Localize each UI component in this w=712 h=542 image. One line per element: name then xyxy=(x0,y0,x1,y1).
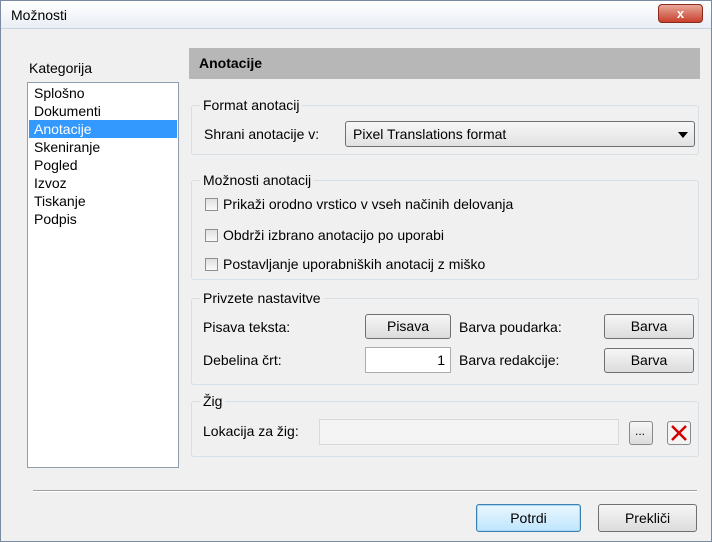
category-item-view[interactable]: Pogled xyxy=(29,156,177,174)
options-dialog: Možnosti x Kategorija Splošno Dokumenti … xyxy=(0,0,712,542)
annotation-format-select[interactable]: Pixel Translations format xyxy=(345,121,695,147)
line-width-input[interactable]: 1 xyxy=(365,347,451,373)
category-item-printing[interactable]: Tiskanje xyxy=(29,192,177,210)
annotation-format-value: Pixel Translations format xyxy=(353,126,507,142)
dropdown-arrow-icon xyxy=(678,132,688,138)
keep-selected-label: Obdrži izbrano anotacijo po uporabi xyxy=(223,227,445,243)
panel-title: Anotacije xyxy=(189,48,700,79)
mouse-placement-checkbox[interactable] xyxy=(205,258,218,271)
mouse-placement-label: Postavljanje uporabniških anotacij z miš… xyxy=(223,256,486,272)
window-title: Možnosti xyxy=(11,7,68,23)
ok-button[interactable]: Potrdi xyxy=(476,504,581,532)
stamp-location-label: Lokacija za žig: xyxy=(203,423,299,439)
clear-stamp-button[interactable] xyxy=(667,421,691,445)
title-bar[interactable]: Možnosti x xyxy=(1,1,711,29)
annotation-options-title: Možnosti anotacij xyxy=(200,172,315,188)
category-item-export[interactable]: Izvoz xyxy=(29,174,177,192)
line-width-label: Debelina črt: xyxy=(203,352,282,368)
show-toolbar-checkbox[interactable] xyxy=(205,198,218,211)
ellipsis-icon: ... xyxy=(635,424,646,438)
keep-selected-checkbox[interactable] xyxy=(205,229,218,242)
cancel-button[interactable]: Prekliči xyxy=(598,504,697,532)
font-label: Pisava teksta: xyxy=(203,319,291,335)
category-item-annotations[interactable]: Anotacije xyxy=(29,120,177,138)
footer-separator xyxy=(33,490,697,492)
highlight-color-label: Barva poudarka: xyxy=(459,319,562,335)
redaction-color-button[interactable]: Barva xyxy=(604,348,694,373)
stamp-group-title: Žig xyxy=(200,393,226,409)
font-button[interactable]: Pisava xyxy=(365,314,451,339)
stamp-location-input[interactable] xyxy=(319,419,619,445)
close-button[interactable]: x xyxy=(658,4,703,23)
category-list[interactable]: Splošno Dokumenti Anotacije Skeniranje P… xyxy=(27,82,179,468)
category-item-documents[interactable]: Dokumenti xyxy=(29,102,177,120)
category-item-scanning[interactable]: Skeniranje xyxy=(29,138,177,156)
browse-button[interactable]: ... xyxy=(629,421,653,445)
save-annotations-label: Shrani anotacije v: xyxy=(204,126,320,142)
red-x-icon xyxy=(671,425,687,441)
show-toolbar-label: Prikaži orodno vrstico v vseh načinih de… xyxy=(223,196,514,212)
category-item-general[interactable]: Splošno xyxy=(29,84,177,102)
highlight-color-button[interactable]: Barva xyxy=(604,314,694,339)
category-item-signature[interactable]: Podpis xyxy=(29,210,177,228)
redaction-color-label: Barva redakcije: xyxy=(459,352,560,368)
defaults-group-title: Privzete nastavitve xyxy=(200,290,324,306)
category-label: Kategorija xyxy=(29,60,93,76)
format-group-title: Format anotacij xyxy=(200,97,303,113)
